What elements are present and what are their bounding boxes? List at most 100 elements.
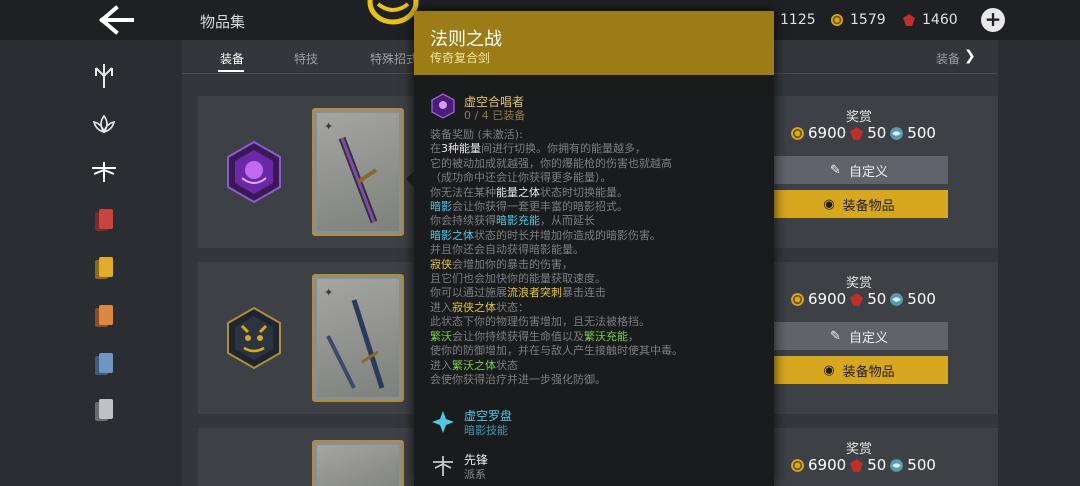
grey-cards-icon: [95, 399, 113, 421]
equip-label: 装备物品: [842, 198, 895, 214]
compass-skill-icon: [432, 411, 454, 433]
reward-orbs: 500: [907, 290, 936, 308]
description-segment: 寂侠之体: [452, 300, 496, 314]
description-segment: 状态: [496, 358, 518, 372]
description-segment: 繁沃充能: [584, 329, 628, 343]
back-arrow-icon: [99, 5, 134, 35]
customize-button[interactable]: ✎ 自定义: [770, 322, 948, 350]
description-line: 并且你还会自动获得暗影能量。: [430, 243, 760, 257]
svg-text:✦: ✦: [324, 120, 333, 133]
brush-icon: ✎: [830, 162, 841, 178]
reward-orbs: 500: [907, 456, 936, 474]
bonus-label: 装备奖励 (未激活):: [430, 128, 523, 141]
description-line: 进入寂侠之体状态：: [430, 301, 760, 315]
set-count: 0 / 4 已装备: [464, 109, 526, 122]
customize-label: 自定义: [848, 330, 888, 346]
sidebar-blue-cards[interactable]: [88, 348, 120, 380]
tab-perks[interactable]: 特技: [294, 50, 318, 67]
description-line: 且它们也会加快你的能量获取速度。: [430, 272, 760, 286]
orb-icon: [890, 458, 904, 472]
sidebar-grey-cards[interactable]: [88, 394, 120, 426]
weapon-card[interactable]: [312, 440, 404, 486]
description-segment: 进入: [430, 300, 452, 314]
description-line: 繁沃会让你持续获得生命值以及繁沃充能，: [430, 330, 760, 344]
void-purple-emblem-icon: [227, 140, 281, 204]
equip-item-button[interactable]: ◉ 装备物品: [770, 356, 948, 384]
page-title: 物品集: [200, 13, 246, 31]
faction-dragonfly-icon: [433, 456, 453, 476]
sidebar-faction-trident[interactable]: [88, 60, 120, 92]
tab-equipment[interactable]: 装备: [220, 50, 244, 67]
description-line: 暗影之体状态的时长并增加你造成的暗影伤害。: [430, 229, 760, 243]
oni-mask-emblem-icon: [227, 306, 281, 370]
description-segment: 能量之体: [496, 185, 540, 199]
weapon-card[interactable]: ✦: [312, 274, 404, 402]
reward-coins: 6900: [808, 290, 847, 308]
sword-icon: ✦: [324, 120, 378, 224]
description-segment: （成功命中还会让你获得更多能量）。: [430, 171, 612, 185]
description-segment: 你无法在某种: [430, 185, 496, 199]
item-title: 法则之战: [430, 29, 502, 50]
currency-value: 1125: [780, 12, 816, 28]
gold-coin-icon: [831, 14, 843, 26]
description-segment: 你可以通过施展: [430, 286, 507, 300]
description-line: 会使你获得治疗并进一步强化防御。: [430, 373, 760, 387]
faction-trident-icon: [95, 64, 113, 88]
description-segment: 状态的时长并增加你造成的暗影伤害。: [474, 228, 661, 242]
add-currency-button[interactable]: +: [981, 8, 1005, 32]
description-segment: 暗影: [430, 200, 452, 214]
description-segment: 寂侠: [430, 257, 452, 271]
reward-gems: 50: [867, 124, 887, 142]
description-segment: 会使你获得治疗并进一步强化防御。: [430, 372, 606, 386]
description-segment: 会让你持续获得生命值以及: [452, 329, 584, 343]
currency-value: 1460: [922, 12, 958, 28]
description-segment: 并且你还会自动获得暗影能量。: [430, 243, 584, 257]
tab-special-moves[interactable]: 特殊招式: [370, 50, 418, 67]
description-segment: 暗影之体: [430, 228, 474, 242]
reward-coins: 6900: [808, 124, 847, 142]
currency-value: 1579: [850, 12, 886, 28]
back-button[interactable]: [98, 4, 136, 36]
weapon-card[interactable]: ✦: [312, 108, 404, 236]
description-segment: 且它们也会加快你的能量获取速度。: [430, 272, 606, 286]
equip-item-button[interactable]: ◉ 装备物品: [770, 190, 948, 218]
orb-icon: [890, 126, 904, 140]
gold-coin-icon: [791, 292, 804, 306]
sidebar-orange-cards[interactable]: [88, 300, 120, 332]
eye-icon: ◉: [823, 196, 835, 212]
yellow-cards-icon: [95, 257, 113, 279]
red-gem-icon: [903, 14, 915, 26]
red-gem-icon: [850, 126, 864, 140]
reward-label: 奖赏: [846, 276, 873, 291]
description-segment: 繁沃之体: [452, 358, 496, 372]
faction-type: 派系: [464, 468, 486, 481]
sidebar-faction-dragonfly[interactable]: [88, 156, 120, 188]
red-cards-icon: [95, 209, 113, 231]
description-line: 寂侠会增加你的暴击的伤害，: [430, 258, 760, 272]
eye-icon: ◉: [823, 362, 835, 378]
tab-right-label[interactable]: 装备: [936, 50, 960, 67]
chevron-right-icon[interactable]: ❯: [964, 48, 976, 64]
game-logo-icon: [366, 0, 420, 26]
reward-coins: 6900: [808, 456, 847, 474]
description-line: 此状态下你的物理伤害增加，且无法被格挡。: [430, 315, 760, 329]
orange-cards-icon: [95, 305, 113, 327]
sidebar-yellow-cards[interactable]: [88, 252, 120, 284]
brush-icon: ✎: [830, 328, 841, 344]
description-line: 暗影会让你获得一套更丰富的暗影招式。: [430, 200, 760, 214]
description-segment: 状态：: [496, 300, 529, 314]
description-line: 你会持续获得暗影充能，从而延长: [430, 214, 760, 228]
description-segment: 此状态下你的物理伤害增加，且无法被格挡。: [430, 315, 650, 329]
void-set-icon: [431, 93, 455, 119]
description-segment: 流浪者突刺: [507, 286, 562, 300]
sidebar-red-cards[interactable]: [88, 204, 120, 236]
active-tab-indicator: [218, 70, 244, 72]
description-segment: 它的被动加成就越强，你的爆能枪的伤害也就越高: [430, 156, 672, 170]
skill-type: 暗影技能: [464, 424, 508, 437]
description-segment: 在: [430, 142, 441, 156]
red-gem-icon: [850, 292, 864, 306]
description-segment: 使你的防御增加，并在与敌人产生接触时使其中毒。: [430, 344, 683, 358]
sidebar-faction-lotus[interactable]: [88, 108, 120, 140]
description-segment: 会增加你的暴击的伤害，: [452, 257, 573, 271]
customize-button[interactable]: ✎ 自定义: [770, 156, 948, 184]
